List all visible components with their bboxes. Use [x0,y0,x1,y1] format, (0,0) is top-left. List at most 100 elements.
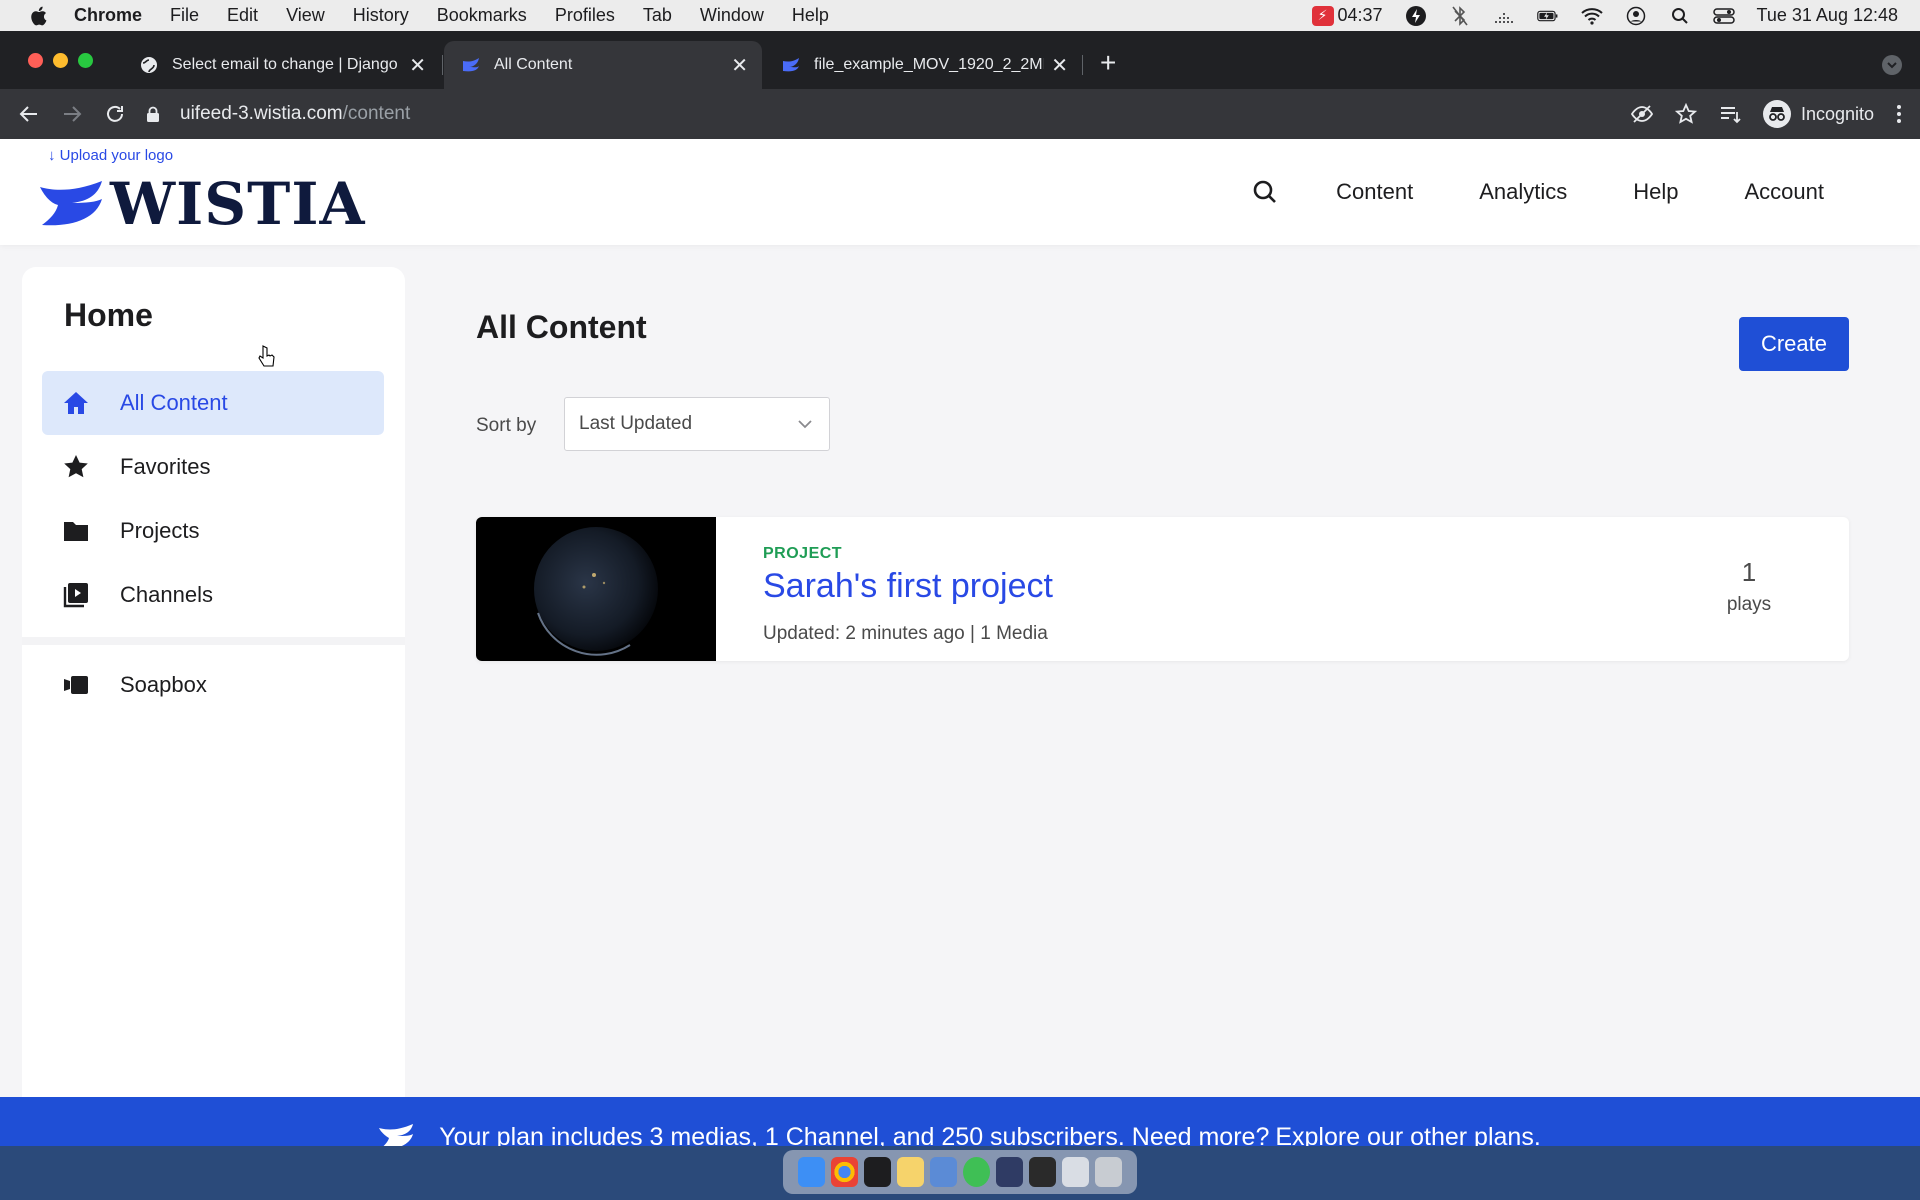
browser-app-icon[interactable] [963,1157,990,1187]
toolbar-actions: Incognito [1630,89,1902,139]
sidebar-item-label: Soapbox [120,672,207,697]
battery-icon[interactable] [1536,6,1559,26]
tab-close-icon[interactable]: ✕ [409,53,426,78]
project-meta: Updated: 2 minutes ago | 1 Media [763,623,1048,644]
nav-account[interactable]: Account [1745,179,1825,205]
preview-icon[interactable] [930,1157,957,1187]
sidebar-item-label: Favorites [120,454,211,479]
sidebar-item-label: Projects [120,518,200,543]
project-name-link[interactable]: Sarah's first project [763,567,1053,606]
timer-text: 04:37 [1337,5,1383,25]
nav-content[interactable]: Content [1336,179,1413,205]
browser-toolbar: uifeed-3.wistia.com/content Incognito [0,89,1920,139]
project-thumbnail[interactable] [476,517,716,661]
minimize-window-button[interactable] [53,53,68,68]
menu-profiles[interactable]: Profiles [555,5,615,26]
wistia-icon [463,58,479,72]
sidebar-item-projects[interactable]: Projects [42,499,384,563]
apple-icon[interactable] [28,5,48,27]
tab-divider [442,55,443,75]
screenshot-app-icon[interactable] [1029,1157,1056,1187]
incognito-profile[interactable]: Incognito [1762,100,1874,128]
reload-icon[interactable] [103,102,127,126]
menubar-clock[interactable]: Tue 31 Aug 12:48 [1757,5,1898,26]
incognito-icon [1762,100,1791,128]
project-card[interactable]: PROJECT Sarah's first project Updated: 2… [476,517,1849,661]
finder-icon[interactable] [798,1157,825,1187]
browser-window: Select email to change | Django ✕ All Co… [0,31,1920,1146]
bookmark-star-icon[interactable] [1674,103,1697,125]
sidebar-item-soapbox[interactable]: Soapbox [42,653,384,717]
address-bar[interactable]: uifeed-3.wistia.com/content [146,97,1636,131]
home-icon [64,392,88,414]
nav-analytics[interactable]: Analytics [1479,179,1567,205]
menu-app-name[interactable]: Chrome [74,5,142,26]
tab-django[interactable]: Select email to change | Django ✕ [122,41,440,89]
tab-close-icon[interactable]: ✕ [1051,53,1068,78]
url-path: /content [342,103,411,124]
terminal-icon[interactable] [864,1157,891,1187]
close-window-button[interactable] [28,53,43,68]
bolt-status-icon[interactable] [1405,5,1427,26]
display-status-icon[interactable] [1493,6,1515,26]
tab-all-content[interactable]: All Content ✕ [444,41,762,89]
timer-status[interactable]: ⚡ 04:37 [1311,5,1383,26]
wistia-logo-icon [40,181,102,226]
nav-help[interactable]: Help [1633,179,1678,205]
search-icon[interactable] [1252,179,1278,205]
sidebar-item-favorites[interactable]: Favorites [42,435,384,499]
create-button[interactable]: Create [1739,317,1849,371]
control-center-icon[interactable] [1712,6,1735,26]
clipboard-app-icon[interactable] [1062,1157,1089,1187]
tab-close-icon[interactable]: ✕ [731,53,748,78]
menu-bookmarks[interactable]: Bookmarks [437,5,527,26]
channels-icon [63,583,88,608]
notes-icon[interactable] [897,1157,924,1187]
reading-list-icon[interactable] [1719,104,1741,124]
back-arrow-icon[interactable] [17,102,41,126]
sidebar-divider [22,637,405,645]
sidebar-item-label: Channels [120,582,213,607]
pointer-cursor-icon [258,345,275,367]
tab-title: Select email to change | Django [172,56,398,73]
wifi-icon[interactable] [1580,6,1603,26]
chrome-icon[interactable] [831,1157,858,1187]
sort-select[interactable]: Last Updated [564,397,830,451]
window-controls [28,53,93,68]
eye-off-icon[interactable] [1630,104,1653,124]
bolt-app-icon[interactable] [996,1157,1023,1187]
sidebar: Home All Content Favorites Projects Chan… [22,267,405,1146]
menu-tab[interactable]: Tab [643,5,672,26]
zoom-window-button[interactable] [78,53,93,68]
plays-count: 1 [1741,557,1757,587]
bluetooth-off-icon[interactable] [1449,5,1471,26]
sidebar-item-all-content[interactable]: All Content [42,371,384,435]
tab-search-button[interactable] [1882,55,1902,75]
tab-title: All Content [494,56,573,73]
lock-icon[interactable] [146,106,160,122]
profile-label: Incognito [1800,103,1874,124]
wistia-logo[interactable]: WISTIA [40,175,365,233]
menu-file[interactable]: File [170,5,199,26]
trash-icon[interactable] [1095,1157,1122,1187]
user-account-icon[interactable] [1625,6,1647,26]
tab-title: file_example_MOV_1920_2_2MB [814,56,1044,73]
kebab-menu-icon[interactable] [1896,103,1902,125]
sort-label: Sort by [476,415,537,436]
soapbox-icon [64,676,88,694]
sidebar-item-channels[interactable]: Channels [42,563,384,627]
menu-view[interactable]: View [286,5,325,26]
menu-history[interactable]: History [353,5,409,26]
project-kind-label: PROJECT [763,545,843,562]
forward-arrow-icon[interactable] [60,102,84,126]
menu-help[interactable]: Help [792,5,829,26]
new-tab-button[interactable]: + [1100,49,1116,77]
spotlight-search-icon[interactable] [1669,6,1691,26]
menu-window[interactable]: Window [700,5,764,26]
menu-edit[interactable]: Edit [227,5,258,26]
tab-file-example[interactable]: file_example_MOV_1920_2_2MB ✕ [764,41,1082,89]
globe-icon [141,57,157,73]
explore-plans-link[interactable]: Explore our other plans. [1275,1123,1540,1147]
plan-banner-text: Your plan includes 3 medias, 1 Channel, … [439,1122,1270,1147]
upload-logo-link[interactable]: ↓ Upload your logo [48,147,173,164]
